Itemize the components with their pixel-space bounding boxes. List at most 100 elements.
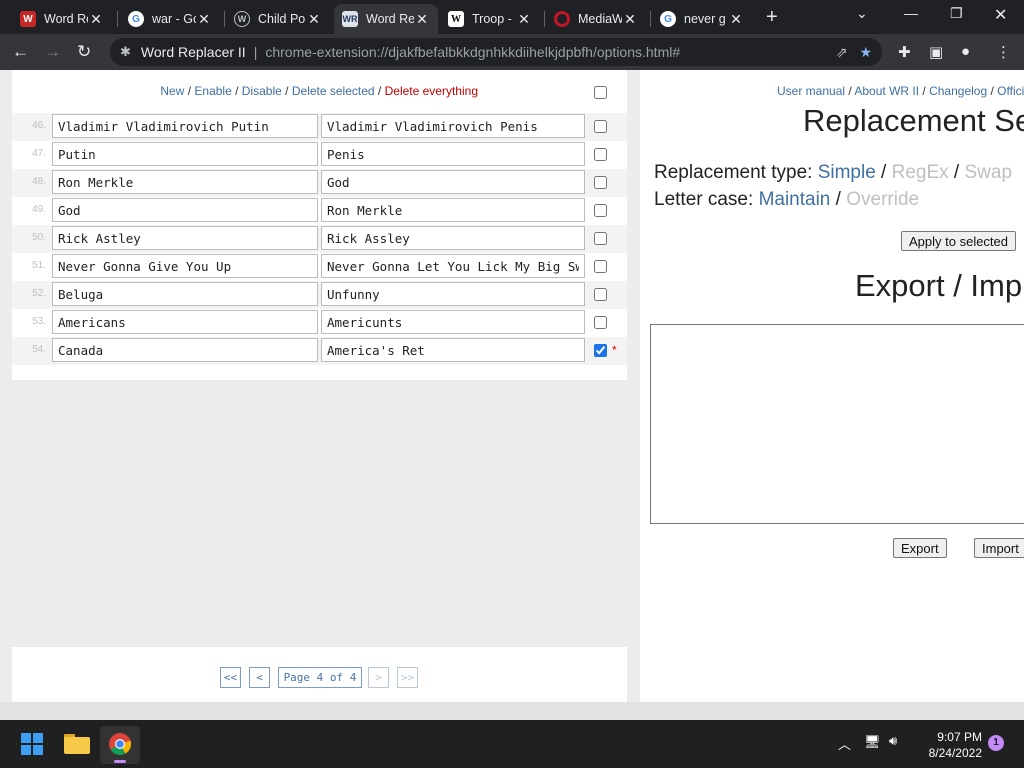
row-select-checkbox[interactable]: [594, 232, 607, 245]
close-icon[interactable]: ✕: [728, 11, 744, 28]
select-all-checkbox[interactable]: [594, 86, 607, 99]
row-select-checkbox[interactable]: [594, 148, 607, 161]
options-page: New / Enable / Disable / Delete selected…: [0, 70, 1024, 720]
replacement-row: 48.: [12, 169, 627, 197]
windows-taskbar: ︿ 🖥︎ 🔊︎ 9:07 PM 8/24/2022 1: [0, 720, 1024, 768]
replace-input[interactable]: [321, 310, 585, 334]
file-explorer-icon[interactable]: [64, 732, 90, 754]
export-button[interactable]: Export: [893, 538, 947, 558]
tab-title: Word Re: [44, 12, 88, 26]
row-select-checkbox[interactable]: [594, 120, 607, 133]
extension-icon: ✱: [120, 44, 131, 59]
unsaved-marker: *: [612, 343, 617, 357]
close-icon[interactable]: ✕: [516, 11, 532, 28]
find-input[interactable]: [52, 114, 318, 138]
apply-to-selected-button[interactable]: Apply to selected: [901, 231, 1017, 251]
type-regex-option[interactable]: RegEx: [892, 162, 949, 183]
row-select-checkbox[interactable]: [594, 288, 607, 301]
find-input[interactable]: [52, 170, 318, 194]
about-link[interactable]: About WR II: [854, 84, 919, 98]
next-page-button[interactable]: >: [368, 667, 389, 688]
menu-kebab-icon[interactable]: ⋮: [996, 43, 1011, 61]
find-input[interactable]: [52, 254, 318, 278]
volume-icon[interactable]: 🔊︎: [889, 733, 897, 749]
bookmark-star-icon[interactable]: ★: [859, 44, 872, 61]
tab-6[interactable]: MediaW ✕: [546, 4, 646, 34]
tab-4-active[interactable]: WR Word Re ✕: [334, 4, 438, 34]
network-icon[interactable]: 🖥︎: [864, 734, 881, 750]
type-swap-option[interactable]: Swap: [965, 162, 1013, 183]
horizontal-scrollbar[interactable]: [0, 702, 1024, 720]
delete-everything-link[interactable]: Delete everything: [385, 84, 478, 98]
delete-selected-link[interactable]: Delete selected: [292, 84, 375, 98]
find-input[interactable]: [52, 338, 318, 362]
chrome-taskbar-button[interactable]: [100, 726, 140, 764]
close-icon[interactable]: ✕: [622, 11, 638, 28]
type-simple-option[interactable]: Simple: [818, 162, 876, 183]
last-page-button[interactable]: >>: [397, 667, 418, 688]
share-icon[interactable]: ⇗: [836, 44, 848, 61]
replace-input[interactable]: [321, 114, 585, 138]
close-icon[interactable]: ✕: [196, 11, 212, 28]
tab-title: Troop -: [472, 12, 512, 26]
replace-input[interactable]: [321, 282, 585, 306]
changelog-link[interactable]: Changelog: [929, 84, 987, 98]
close-icon[interactable]: ✕: [414, 11, 430, 28]
find-input[interactable]: [52, 282, 318, 306]
new-tab-button[interactable]: +: [766, 7, 778, 27]
row-select-checkbox[interactable]: [594, 260, 607, 273]
import-button[interactable]: Import: [974, 538, 1024, 558]
clock[interactable]: 9:07 PM 8/24/2022: [922, 729, 982, 761]
address-bar[interactable]: ✱ Word Replacer II | chrome-extension://…: [110, 38, 882, 66]
url-text: chrome-extension://djakfbefalbkkdgnhkkdi…: [265, 44, 681, 60]
find-input[interactable]: [52, 226, 318, 250]
restore-icon[interactable]: ❐: [950, 5, 963, 22]
prev-page-button[interactable]: <: [249, 667, 270, 688]
tab-search-icon[interactable]: ⌄: [856, 5, 868, 22]
find-input[interactable]: [52, 310, 318, 334]
minimize-icon[interactable]: —: [904, 5, 918, 21]
row-number: 47.: [32, 148, 46, 159]
user-manual-link[interactable]: User manual: [777, 84, 845, 98]
replace-input[interactable]: [321, 170, 585, 194]
tab-5[interactable]: W Troop - ✕: [440, 4, 540, 34]
row-select-checkbox[interactable]: [594, 204, 607, 217]
tab-1[interactable]: W Word Re ✕: [12, 4, 112, 34]
replace-input[interactable]: [321, 254, 585, 278]
close-icon[interactable]: ✕: [88, 11, 104, 28]
first-page-button[interactable]: <<: [220, 667, 241, 688]
close-window-icon[interactable]: ✕: [994, 5, 1007, 25]
tab-2[interactable]: G war - Go ✕: [120, 4, 220, 34]
disable-link[interactable]: Disable: [242, 84, 282, 98]
replace-input[interactable]: [321, 142, 585, 166]
new-link[interactable]: New: [160, 84, 184, 98]
replacement-row: 49.: [12, 197, 627, 225]
side-panel-icon[interactable]: ▣: [929, 43, 943, 61]
letter-case-label: Letter case:: [654, 189, 754, 210]
official-link[interactable]: Offici: [997, 84, 1024, 98]
close-icon[interactable]: ✕: [306, 11, 322, 28]
find-input[interactable]: [52, 142, 318, 166]
replace-input[interactable]: [321, 226, 585, 250]
profile-icon[interactable]: ●: [961, 43, 970, 60]
chrome-icon: [109, 733, 131, 755]
show-hidden-icons-icon[interactable]: ︿: [838, 734, 851, 753]
extensions-puzzle-icon[interactable]: ✚: [898, 43, 911, 61]
enable-link[interactable]: Enable: [194, 84, 231, 98]
tab-7[interactable]: G never g ✕: [652, 4, 752, 34]
windows-start-icon[interactable]: [21, 733, 43, 755]
replace-input[interactable]: [321, 338, 585, 362]
reload-icon[interactable]: ↻: [77, 42, 91, 62]
replace-input[interactable]: [321, 198, 585, 222]
row-select-checkbox[interactable]: [594, 316, 607, 329]
notification-badge[interactable]: 1: [988, 735, 1004, 751]
row-select-checkbox[interactable]: [594, 344, 607, 357]
export-import-textarea[interactable]: [650, 324, 1024, 524]
row-select-checkbox[interactable]: [594, 176, 607, 189]
case-maintain-option[interactable]: Maintain: [759, 189, 831, 210]
case-override-option[interactable]: Override: [846, 189, 919, 210]
forward-icon[interactable]: →: [44, 42, 61, 62]
tab-3[interactable]: W Child Po ✕: [226, 4, 330, 34]
find-input[interactable]: [52, 198, 318, 222]
back-icon[interactable]: ←: [12, 42, 29, 62]
